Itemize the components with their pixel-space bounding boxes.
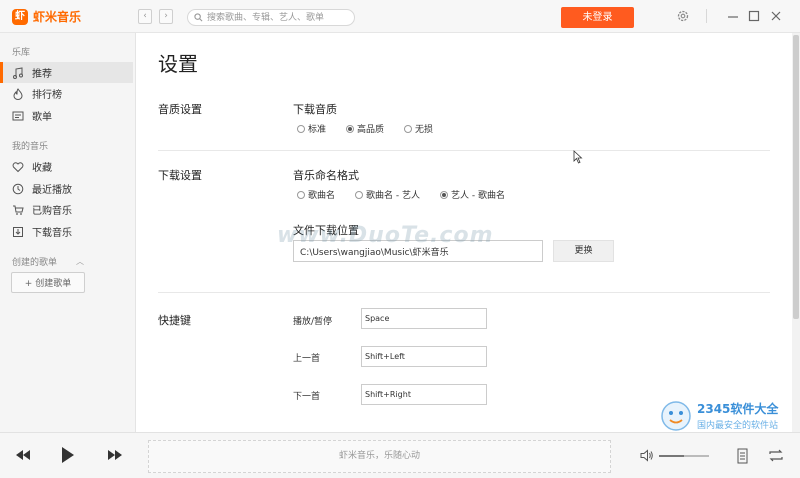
content-scrollbar[interactable] — [792, 33, 800, 432]
2345-watermark-title: 2345软件大全 — [697, 402, 779, 416]
volume-icon[interactable] — [640, 449, 654, 462]
radio-icon — [297, 190, 305, 199]
sidebar-item-recommend[interactable]: 推荐 — [0, 62, 133, 83]
section-divider — [158, 150, 770, 151]
app-logo[interactable]: 虾 虾米音乐 — [12, 8, 81, 25]
previous-track-icon[interactable] — [14, 447, 32, 463]
now-playing-area[interactable]: 虾米音乐，乐随心动 — [148, 440, 611, 473]
search-input[interactable] — [207, 11, 352, 24]
hotkey-label-previous: 上一首 — [293, 354, 321, 364]
2345-watermark-subtitle: 国内最安全的软件站 — [697, 421, 779, 431]
page-title: 设置 — [158, 52, 198, 76]
radio-icon — [404, 124, 413, 133]
naming-option-song-artist[interactable]: 歌曲名 - 艺人 — [355, 188, 420, 201]
naming-format-title: 音乐命名格式 — [293, 169, 359, 182]
hotkey-field-next[interactable] — [361, 384, 487, 405]
clock-icon — [12, 183, 24, 194]
radio-label: 歌曲名 - 艺人 — [366, 191, 420, 201]
sidebar-item-label: 歌单 — [32, 112, 52, 123]
mouse-cursor-icon — [573, 150, 583, 164]
minimize-icon[interactable] — [726, 9, 740, 23]
xiami-logo-icon: 虾 — [12, 8, 28, 25]
sidebar-item-label: 收藏 — [32, 163, 52, 174]
section-quality: 音质设置 — [158, 103, 202, 116]
sidebar-item-label: 最近播放 — [32, 185, 72, 196]
scrollbar-thumb[interactable] — [793, 35, 799, 319]
sidebar-item-playlists[interactable]: 歌单 — [0, 105, 133, 126]
duote-watermark: www.DuoTe.com — [277, 223, 494, 248]
next-track-icon[interactable] — [106, 447, 124, 463]
radio-label: 无损 — [415, 125, 434, 135]
radio-label: 标准 — [308, 125, 327, 135]
hotkey-label-next: 下一首 — [293, 392, 321, 402]
gear-icon[interactable] — [676, 9, 690, 23]
2345-logo-icon — [661, 401, 691, 431]
close-icon[interactable] — [769, 9, 783, 23]
sidebar-item-label: 已购音乐 — [32, 206, 72, 217]
quality-option-lossless[interactable]: 无损 — [404, 122, 433, 135]
radio-checked-icon — [440, 190, 448, 199]
naming-option-song[interactable]: 歌曲名 — [297, 188, 335, 201]
forward-button[interactable]: › — [159, 9, 173, 24]
collapse-caret-icon[interactable]: ︿ — [76, 256, 84, 267]
quality-option-standard[interactable]: 标准 — [297, 122, 326, 135]
sidebar-section-created: 创建的歌单 — [12, 258, 58, 268]
section-divider — [158, 292, 770, 293]
radio-icon — [297, 124, 305, 133]
heart-icon — [12, 161, 24, 172]
hotkey-field-previous[interactable] — [361, 346, 487, 367]
2345-watermark: 2345软件大全 国内最安全的软件站 — [660, 398, 796, 434]
volume-slider[interactable] — [659, 455, 709, 457]
music-note-icon — [13, 66, 23, 79]
hotkey-label-play-pause: 播放/暂停 — [293, 317, 333, 327]
quality-option-high[interactable]: 高品质 — [346, 122, 384, 135]
flame-icon — [13, 87, 23, 100]
change-location-button[interactable]: 更换 — [553, 240, 614, 262]
back-button[interactable]: ‹ — [138, 9, 152, 24]
title-bar: 虾 虾米音乐 ‹ › 未登录 — [0, 0, 800, 33]
titlebar-divider — [706, 9, 707, 23]
sidebar-item-favorites[interactable]: 收藏 — [0, 156, 133, 177]
sidebar-item-purchased[interactable]: 已购音乐 — [0, 199, 133, 220]
app-name: 虾米音乐 — [33, 10, 82, 24]
maximize-icon[interactable] — [747, 9, 761, 23]
radio-label: 歌曲名 — [308, 191, 336, 201]
quality-radio-group: 标准 高品质 无损 — [297, 122, 453, 135]
sidebar-item-recent[interactable]: 最近播放 — [0, 178, 133, 199]
sidebar-section-library: 乐库 — [12, 48, 31, 58]
sidebar-item-label: 下载音乐 — [32, 228, 72, 239]
sidebar-item-charts[interactable]: 排行榜 — [0, 83, 133, 104]
player-bar: 虾米音乐，乐随心动 — [0, 432, 800, 478]
login-button[interactable]: 未登录 — [561, 7, 634, 28]
section-hotkeys: 快捷键 — [158, 314, 191, 327]
repeat-icon[interactable] — [768, 449, 784, 462]
playlist-icon — [12, 111, 24, 120]
sidebar: 乐库 推荐 排行榜 歌单 我的音乐 收藏 最近播放 已购音乐 下载音乐 创建的歌… — [0, 33, 136, 432]
download-quality-title: 下载音质 — [293, 103, 337, 116]
naming-radio-group: 歌曲名 歌曲名 - 艺人 艺人 - 歌曲名 — [297, 188, 525, 201]
create-playlist-button[interactable]: + 创建歌单 — [11, 272, 85, 293]
play-icon[interactable] — [60, 445, 76, 465]
volume-slider-fill — [659, 455, 684, 457]
download-icon — [13, 226, 23, 237]
section-download: 下载设置 — [158, 169, 202, 182]
radio-label: 艺人 - 歌曲名 — [451, 191, 505, 201]
radio-icon — [355, 190, 364, 199]
hotkey-field-play-pause[interactable] — [361, 308, 487, 329]
cart-icon — [13, 205, 24, 215]
sidebar-item-downloads[interactable]: 下载音乐 — [0, 221, 133, 242]
sidebar-item-label: 推荐 — [32, 69, 52, 80]
search-box[interactable] — [187, 9, 355, 26]
radio-label: 高品质 — [357, 125, 385, 135]
naming-option-artist-song[interactable]: 艺人 - 歌曲名 — [440, 188, 505, 201]
playlist-queue-icon[interactable] — [737, 448, 748, 464]
sidebar-section-my-music: 我的音乐 — [12, 142, 49, 152]
radio-checked-icon — [346, 124, 355, 133]
search-icon — [194, 13, 203, 22]
sidebar-item-label: 排行榜 — [32, 90, 62, 101]
